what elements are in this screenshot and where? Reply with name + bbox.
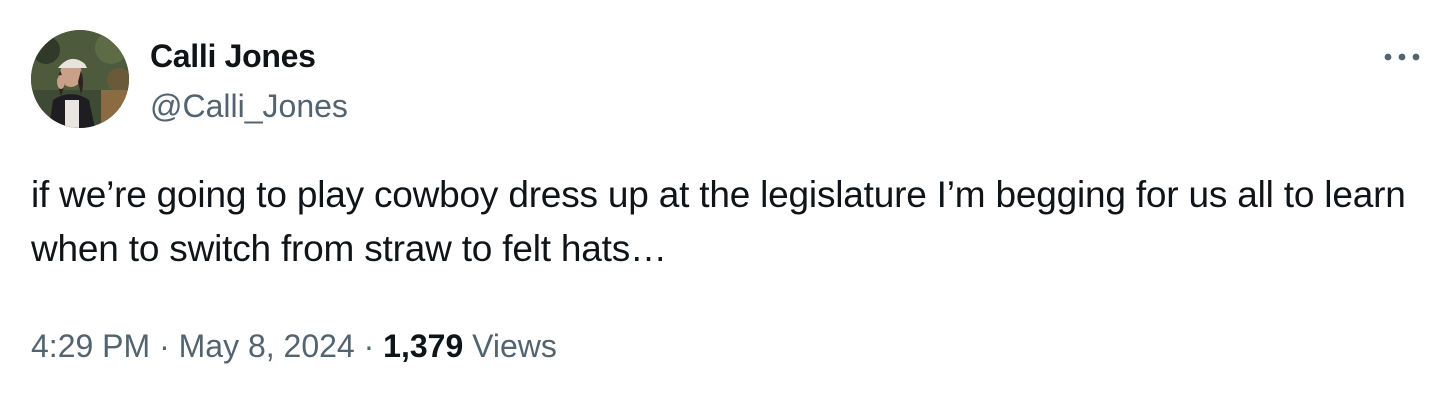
- author-display-name[interactable]: Calli Jones: [150, 36, 316, 76]
- author-avatar[interactable]: [31, 30, 129, 128]
- avatar-photo-icon: [31, 30, 129, 128]
- author-handle[interactable]: @Calli_Jones: [150, 86, 348, 126]
- views-count: 1,379: [383, 328, 464, 364]
- tweet-date[interactable]: May 8, 2024: [179, 328, 355, 364]
- tweet-card: Calli Jones @Calli_Jones if we’re going …: [0, 0, 1456, 400]
- tweet-text: if we’re going to play cowboy dress up a…: [31, 174, 1406, 269]
- views-label: Views: [463, 328, 557, 364]
- more-options-button[interactable]: [1374, 40, 1430, 74]
- more-dots-icon: [1384, 53, 1420, 61]
- tweet-metadata: 4:29 PM · May 8, 2024 · 1,379 Views: [31, 324, 557, 368]
- meta-separator: ·: [354, 328, 384, 364]
- meta-separator: ·: [150, 328, 179, 364]
- tweet-time[interactable]: 4:29 PM: [31, 328, 150, 364]
